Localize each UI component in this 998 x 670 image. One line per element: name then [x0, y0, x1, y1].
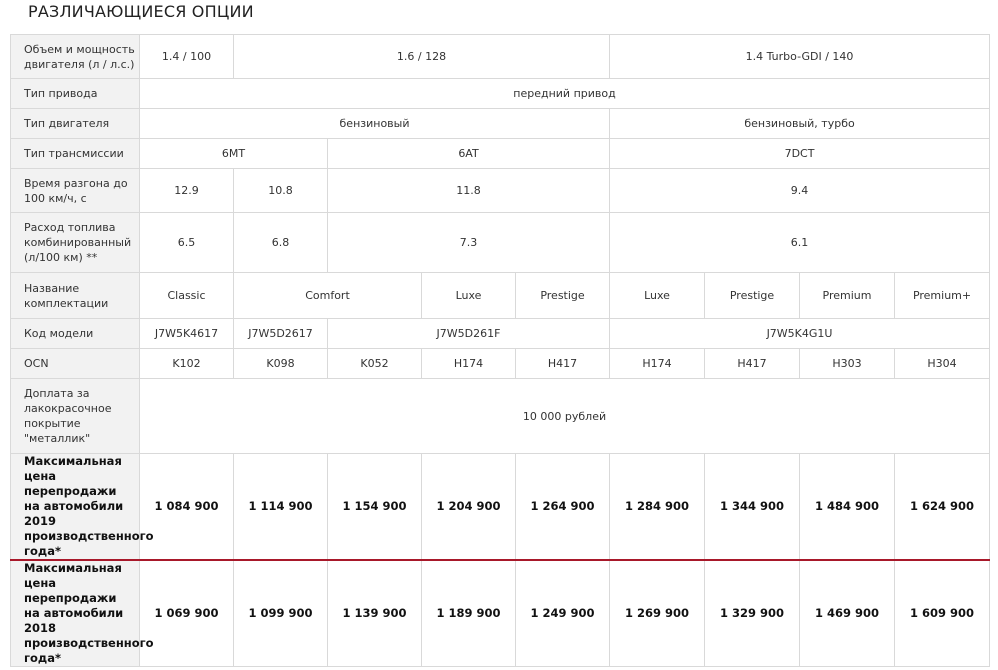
- table-cell: 1.6 / 128: [232, 34, 611, 79]
- table-cell: бензиновый: [138, 108, 611, 139]
- table-cell: H417: [704, 348, 801, 379]
- table-cell: Premium: [799, 272, 896, 319]
- table-cell: 1.4 / 100: [139, 34, 234, 79]
- row-transmission-type: Тип трансмиссии 6MT 6AT 7DCT: [10, 138, 991, 169]
- row-engine-volume-power: Объем и мощность двигателя (л / л.с.) 1.…: [10, 34, 991, 79]
- row-label: Доплата за лакокрасочное покрытие "метал…: [10, 378, 140, 454]
- table-cell: 6.8: [233, 212, 328, 273]
- options-table: Объем и мощность двигателя (л / л.с.) 1.…: [10, 34, 991, 667]
- table-cell: 1 154 900: [327, 453, 422, 561]
- row-fuel-consumption: Расход топлива комбинированный (л/100 км…: [10, 212, 991, 273]
- row-label: Тип привода: [10, 78, 140, 109]
- table-cell: 1 099 900: [233, 559, 328, 667]
- table-cell: J7W5D2617: [233, 318, 328, 349]
- table-cell: 10.8: [233, 168, 328, 213]
- table-cell: бензиновый, турбо: [609, 108, 991, 139]
- table-cell: 1 344 900: [704, 453, 801, 561]
- table-cell: 1 329 900: [704, 559, 801, 667]
- row-ocn: OCN K102 K098 K052 H174 H417 H174 H417 H…: [10, 348, 991, 379]
- table-cell: K052: [327, 348, 422, 379]
- table-cell: 1 269 900: [609, 559, 706, 667]
- table-cell: 1 264 900: [514, 453, 611, 561]
- row-label: Время разгона до 100 км/ч, с: [10, 168, 140, 213]
- table-cell: 1 284 900: [609, 453, 706, 561]
- table-cell: Luxe: [421, 272, 516, 319]
- table-cell: 1 114 900: [233, 453, 328, 561]
- table-cell: K098: [233, 348, 328, 379]
- row-label: Расход топлива комбинированный (л/100 км…: [10, 212, 140, 273]
- table-cell: Comfort: [233, 272, 422, 319]
- table-cell: 7DCT: [609, 138, 991, 169]
- options-table-wrapper: Объем и мощность двигателя (л / л.с.) 1.…: [10, 34, 991, 667]
- table-cell: Luxe: [609, 272, 706, 319]
- table-cell: K102: [139, 348, 234, 379]
- table-cell: 7.3: [326, 212, 611, 273]
- row-label: Максимальная цена перепродажи на автомоб…: [10, 559, 154, 667]
- table-cell: J7W5D261F: [326, 318, 611, 349]
- table-cell: 9.4: [609, 168, 991, 213]
- table-cell: 1 624 900: [894, 453, 991, 561]
- table-cell: 6AT: [326, 138, 611, 169]
- row-label: Объем и мощность двигателя (л / л.с.): [10, 34, 140, 79]
- table-cell: 1 139 900: [327, 559, 422, 667]
- table-cell: Prestige: [704, 272, 801, 319]
- table-cell: 1.4 Turbo-GDI / 140: [609, 34, 991, 79]
- table-cell: передний привод: [138, 78, 991, 109]
- table-cell: 1 084 900: [139, 453, 234, 561]
- table-cell: Prestige: [514, 272, 611, 319]
- row-model-code: Код модели J7W5K4617 J7W5D2617 J7W5D261F…: [10, 318, 991, 349]
- table-cell: 1 204 900: [421, 453, 516, 561]
- table-cell: 1 189 900: [421, 559, 516, 667]
- table-cell: J7W5K4617: [139, 318, 234, 349]
- row-max-price-2018: Максимальная цена перепродажи на автомоб…: [10, 559, 991, 667]
- table-cell: 1 069 900: [139, 559, 234, 667]
- row-label: Тип трансмиссии: [10, 138, 140, 169]
- row-engine-type: Тип двигателя бензиновый бензиновый, тур…: [10, 108, 991, 139]
- table-cell: Premium+: [894, 272, 991, 319]
- table-cell: H303: [799, 348, 896, 379]
- table-cell: 10 000 рублей: [138, 378, 991, 454]
- row-label: Название комплектации: [10, 272, 140, 319]
- row-label: Код модели: [10, 318, 140, 349]
- table-cell: H174: [609, 348, 706, 379]
- table-cell: 1 484 900: [799, 453, 896, 561]
- table-cell: 1 609 900: [894, 559, 991, 667]
- table-cell: 11.8: [326, 168, 611, 213]
- table-cell: 6.1: [609, 212, 991, 273]
- row-max-price-2019: Максимальная цена перепродажи на автомоб…: [10, 453, 991, 561]
- table-cell: H174: [421, 348, 516, 379]
- table-cell: 1 469 900: [799, 559, 896, 667]
- page-title: РАЗЛИЧАЮЩИЕСЯ ОПЦИИ: [28, 2, 254, 21]
- table-cell: 6.5: [139, 212, 234, 273]
- table-cell: H417: [514, 348, 611, 379]
- row-label: Максимальная цена перепродажи на автомоб…: [10, 453, 154, 561]
- row-trim-name: Название комплектации Classic Comfort Lu…: [10, 272, 991, 319]
- table-cell: J7W5K4G1U: [609, 318, 991, 349]
- row-drive-type: Тип привода передний привод: [10, 78, 991, 109]
- row-label: OCN: [10, 348, 140, 379]
- table-cell: H304: [894, 348, 991, 379]
- table-cell: 12.9: [139, 168, 234, 213]
- row-metallic-paint: Доплата за лакокрасочное покрытие "метал…: [10, 378, 991, 454]
- table-cell: 1 249 900: [514, 559, 611, 667]
- row-acceleration: Время разгона до 100 км/ч, с 12.9 10.8 1…: [10, 168, 991, 213]
- row-label: Тип двигателя: [10, 108, 140, 139]
- table-cell: Classic: [139, 272, 234, 319]
- table-cell: 6MT: [139, 138, 328, 169]
